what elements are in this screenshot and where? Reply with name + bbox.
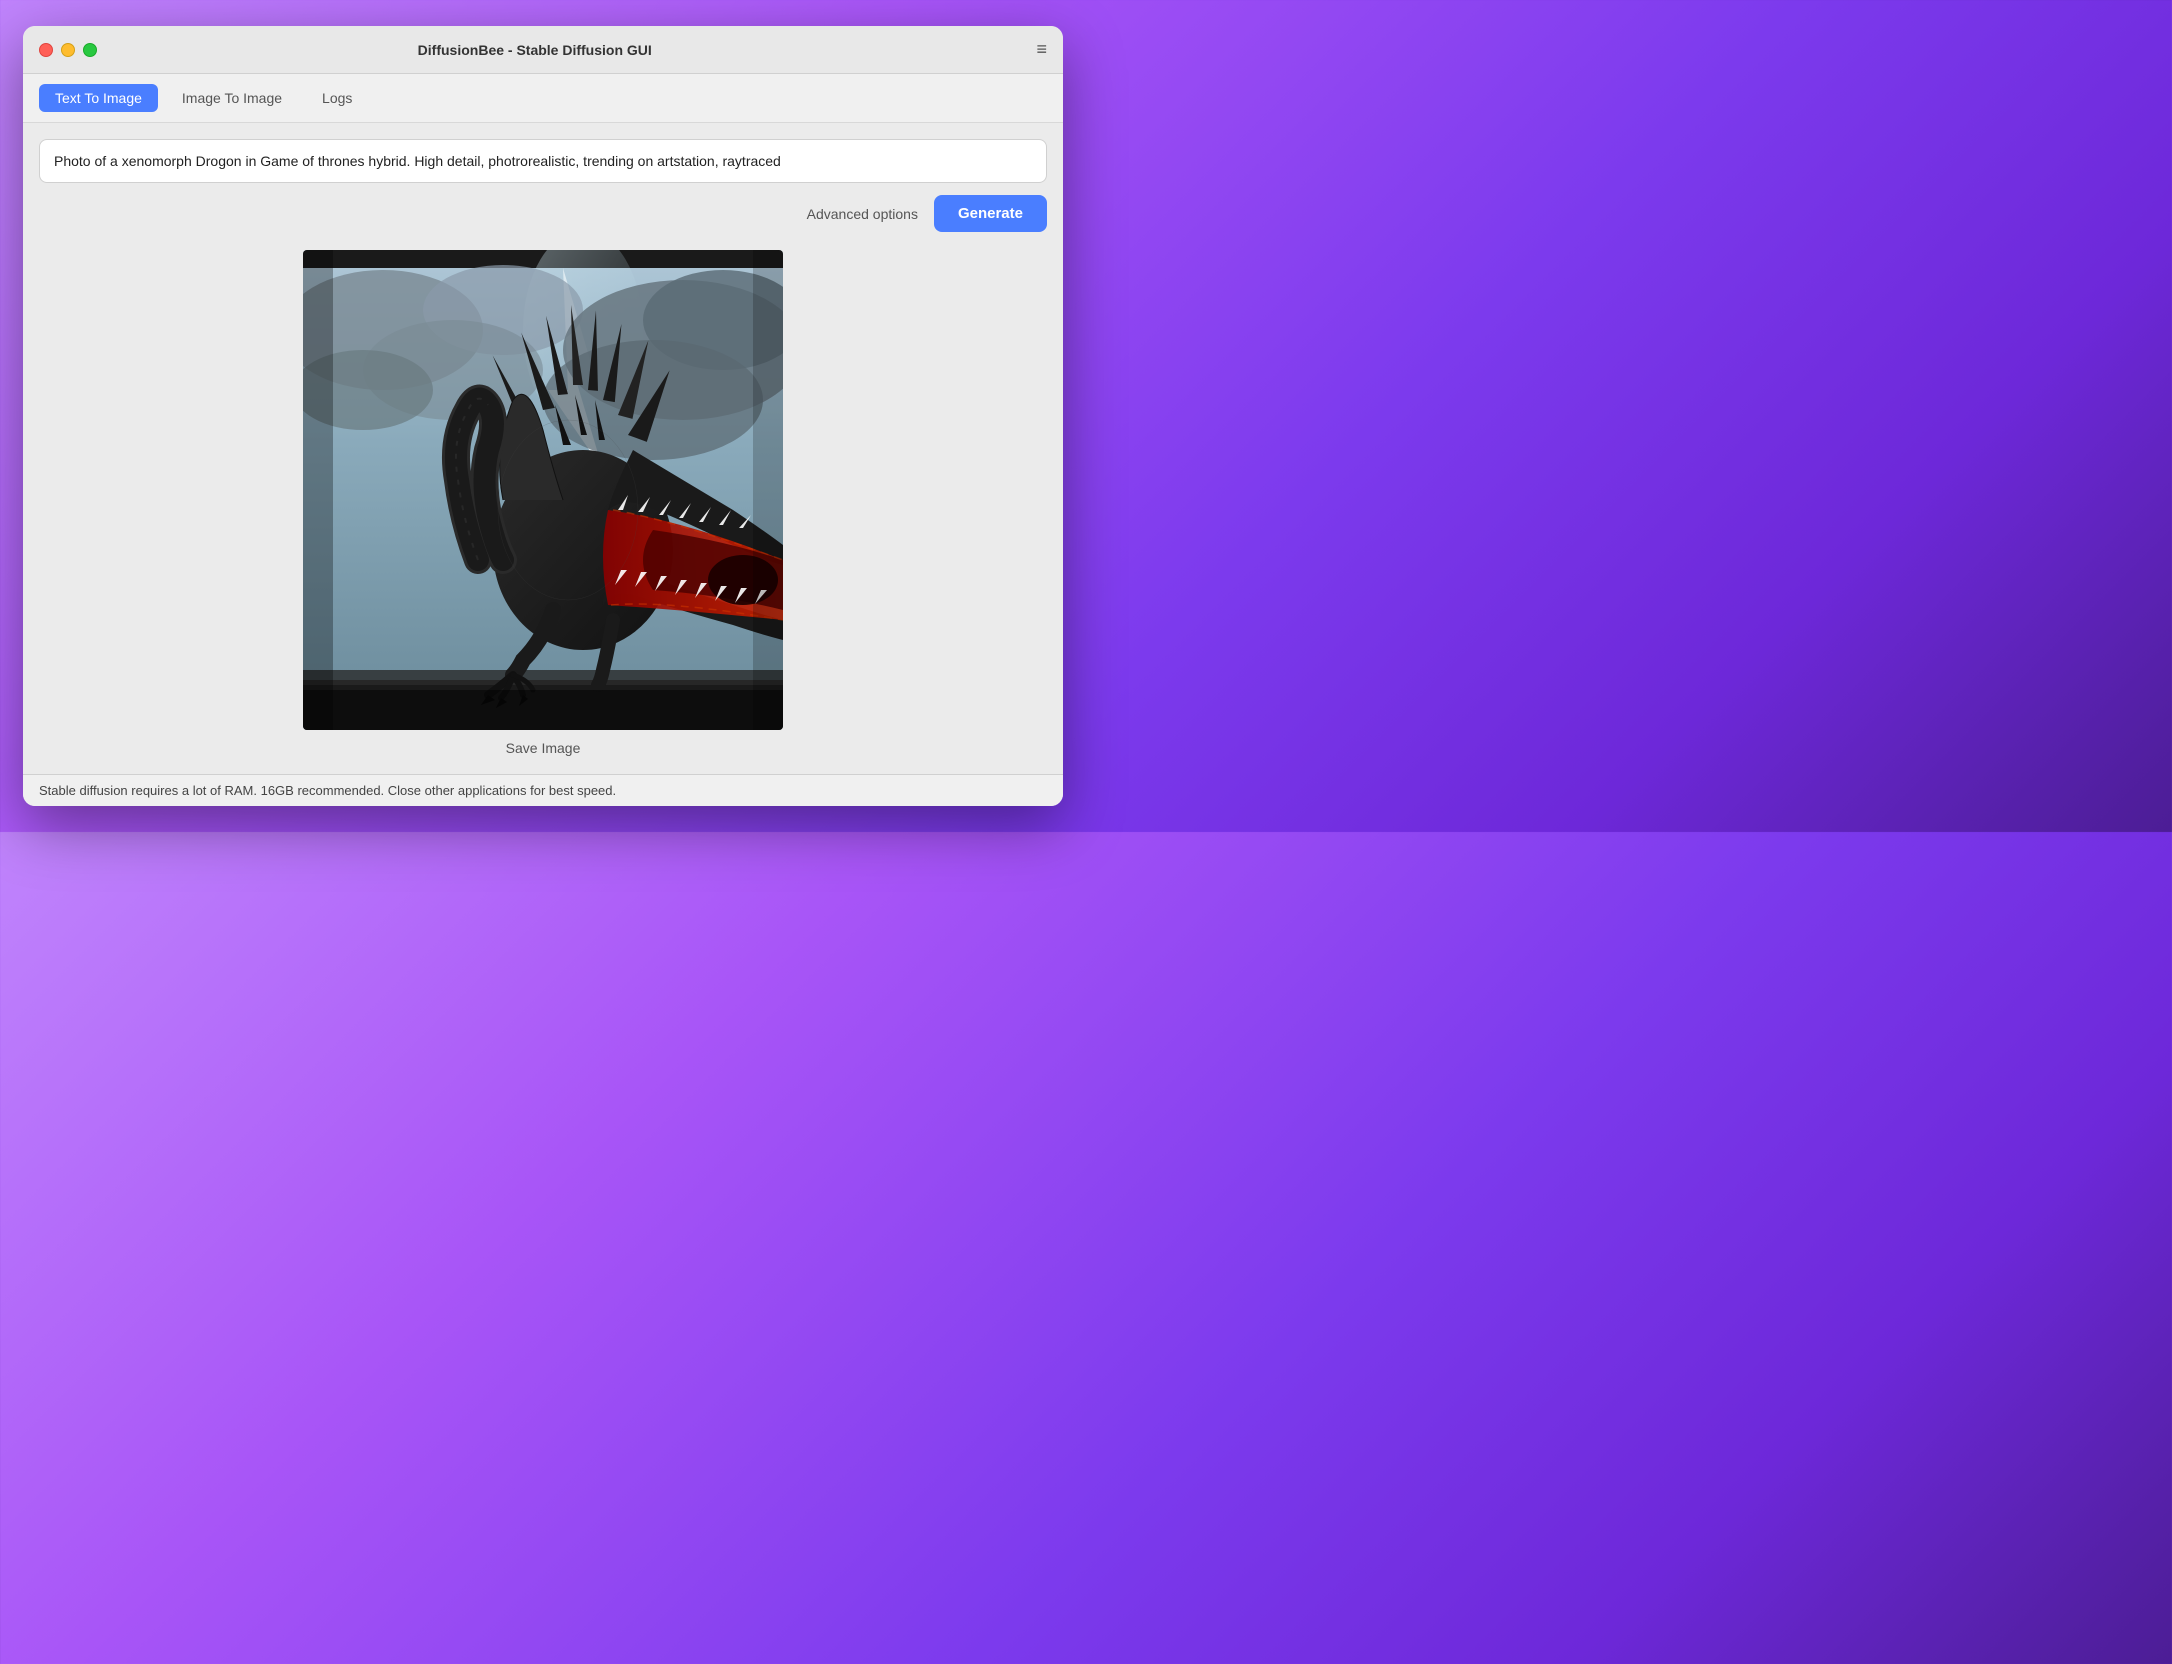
status-message: Stable diffusion requires a lot of RAM. … <box>39 783 616 798</box>
image-area: Save Image <box>39 248 1047 758</box>
generated-image-container: Save Image <box>303 250 783 756</box>
prompt-input[interactable] <box>39 139 1047 183</box>
status-bar: Stable diffusion requires a lot of RAM. … <box>23 774 1063 806</box>
toolbar-row: Advanced options Generate <box>39 195 1047 232</box>
nav-bar: Text To Image Image To Image Logs <box>23 74 1063 123</box>
window-title: DiffusionBee - Stable Diffusion GUI <box>33 42 1036 58</box>
tab-text-to-image[interactable]: Text To Image <box>39 84 158 112</box>
generated-image <box>303 250 783 730</box>
menu-icon[interactable]: ≡ <box>1036 39 1047 60</box>
main-content: Advanced options Generate <box>23 123 1063 774</box>
prompt-row <box>39 139 1047 183</box>
tab-image-to-image[interactable]: Image To Image <box>166 84 298 112</box>
tab-logs[interactable]: Logs <box>306 84 368 112</box>
title-bar: DiffusionBee - Stable Diffusion GUI ≡ <box>23 26 1063 74</box>
app-window: DiffusionBee - Stable Diffusion GUI ≡ Te… <box>23 26 1063 806</box>
save-image-label[interactable]: Save Image <box>506 740 581 756</box>
generate-button[interactable]: Generate <box>934 195 1047 232</box>
advanced-options-link[interactable]: Advanced options <box>807 206 918 222</box>
